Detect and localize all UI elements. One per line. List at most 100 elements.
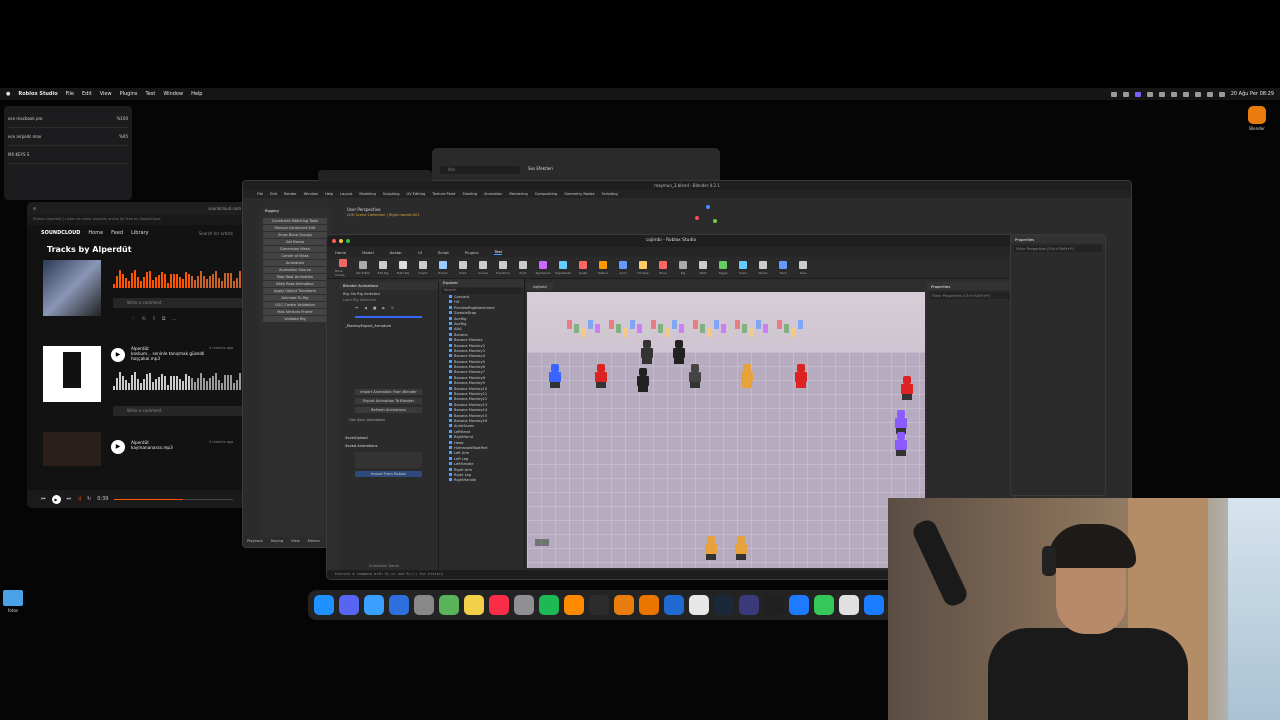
blender-menu-item[interactable]: Animation — [484, 192, 502, 196]
sidebar-button[interactable]: Show Bone Groups — [263, 232, 327, 238]
minimize-button[interactable] — [339, 239, 343, 243]
activity-icon[interactable] — [589, 595, 609, 615]
stop-icon[interactable]: ■ — [373, 306, 376, 310]
browser-domain[interactable]: soundcloud.com — [208, 206, 241, 211]
avatar-character[interactable] — [547, 364, 563, 388]
ribbon-tab[interactable]: UI — [418, 250, 422, 255]
timeline-marker[interactable]: Marker — [308, 539, 320, 543]
properties-filter[interactable]: Filter Properties (Ctrl+Shift+P) — [1014, 245, 1102, 252]
properties-filter[interactable]: Filter Properties (Ctrl+Shift+P) — [930, 292, 1012, 299]
blender-menu-item[interactable]: Sculpting — [383, 192, 400, 196]
menu-plugins[interactable]: Plugins — [120, 91, 138, 97]
player-progress[interactable] — [114, 498, 233, 500]
sidebar-button[interactable]: Dimension Mesh — [263, 246, 327, 252]
blender2-icon[interactable] — [639, 595, 659, 615]
sidebar-button[interactable]: Map Root Animation — [263, 274, 327, 280]
wifi-icon[interactable] — [1182, 91, 1189, 97]
audio-device-row[interactable]: MX KEYS S — [8, 146, 128, 164]
track-artwork[interactable] — [43, 260, 101, 316]
ribbon-tool[interactable]: Studio — [755, 260, 771, 275]
blender-menu-item[interactable]: Scripting — [602, 192, 618, 196]
explorer-item[interactable]: RightHandle — [439, 478, 524, 483]
blender-menu-item[interactable]: Compositing — [535, 192, 558, 196]
prev-icon[interactable]: ⏮ — [41, 496, 46, 502]
navigation-gizmo[interactable] — [695, 205, 721, 231]
clapper-icon[interactable] — [764, 595, 784, 615]
next-icon[interactable]: ⏭ — [67, 496, 72, 502]
ribbon-tool[interactable]: Move Arrows — [335, 258, 351, 277]
export-animation-button[interactable]: Export Animation To Blender — [355, 398, 422, 404]
ribbon-tool[interactable]: Track — [775, 260, 791, 275]
waveform-gray[interactable] — [113, 372, 247, 390]
avatar-character[interactable] — [635, 368, 651, 392]
launchpad-icon[interactable] — [414, 595, 434, 615]
audio-device-row[interactable]: ece macbook pro %100 — [8, 110, 128, 128]
zoom-button[interactable] — [346, 239, 350, 243]
repost-icon[interactable]: ⟲ — [141, 316, 145, 322]
timeline-keying[interactable]: Keying — [271, 539, 283, 543]
status-icon[interactable] — [1134, 91, 1141, 97]
blender-menu-item[interactable]: Render — [284, 192, 297, 196]
control-center-icon[interactable] — [1218, 91, 1225, 97]
sidebar-button[interactable]: Animation — [263, 260, 327, 266]
blender-menu-item[interactable]: UV Editing — [407, 192, 426, 196]
more-icon[interactable]: … — [171, 316, 176, 322]
ribbon-tool[interactable]: Scale — [735, 260, 751, 275]
ribbon-tab[interactable]: Test — [494, 249, 502, 255]
saves-header[interactable]: Save/Upload — [339, 434, 438, 442]
sidebar-button[interactable]: Animate To Rig — [263, 295, 327, 301]
sidebar-button[interactable]: UGC Create Validation — [263, 302, 327, 308]
blender-icon[interactable] — [614, 595, 634, 615]
ribbon-tool[interactable]: Transform — [495, 260, 511, 275]
sublime-icon[interactable] — [564, 595, 584, 615]
timeline-progress[interactable] — [355, 316, 422, 318]
comment-input[interactable]: Write a comment — [113, 298, 243, 308]
finder-icon[interactable] — [314, 595, 334, 615]
ribbon-tool[interactable]: Fix Pose — [635, 260, 651, 275]
gizmo-z[interactable] — [706, 205, 710, 209]
sidebar-button[interactable]: Apply Object Transform — [263, 288, 327, 294]
ribbon-tool[interactable]: Anim — [615, 260, 631, 275]
nav-library[interactable]: Library — [131, 230, 148, 236]
ribbon-tab[interactable]: Avatar — [390, 250, 402, 255]
sidebar-button[interactable]: Manual Constraint Edit — [263, 225, 327, 231]
ribbon-tab[interactable]: Script — [438, 250, 449, 255]
menu-window[interactable]: Window — [163, 91, 183, 97]
ribbon-tool[interactable]: Import — [415, 260, 431, 275]
clock[interactable]: 20 Ağu Per 08:29 — [1231, 91, 1274, 97]
avatar-character[interactable] — [893, 432, 909, 456]
avatar-character[interactable] — [793, 364, 809, 388]
comment-input[interactable]: Write a comment — [113, 406, 243, 416]
like-icon[interactable]: ♡ — [131, 316, 135, 322]
sidebar-section[interactable]: Rigging — [261, 209, 329, 216]
armature-name[interactable]: _MonkeyExport_Armature — [339, 320, 438, 332]
music-icon[interactable] — [489, 595, 509, 615]
finder-item[interactable]: Ses Efektleri — [528, 166, 553, 171]
avatar-character[interactable] — [739, 364, 755, 388]
ribbon-tool[interactable]: Curves — [475, 260, 491, 275]
ribbon-tool[interactable]: Build Rig — [395, 260, 411, 275]
battery-icon[interactable] — [1194, 91, 1201, 97]
ribbon-tool[interactable]: Rig — [675, 260, 691, 275]
ribbon-tab[interactable]: Home — [335, 250, 346, 255]
timeline-view[interactable]: View — [291, 539, 300, 543]
status-icon[interactable] — [1158, 91, 1165, 97]
nav-home[interactable]: Home — [88, 230, 103, 236]
viewport-tab[interactable]: cojimbi — [527, 283, 553, 290]
blender-menu-item[interactable]: Texture Paint — [432, 192, 455, 196]
blender-menu-item[interactable]: Shading — [462, 192, 477, 196]
waveform-orange[interactable] — [113, 270, 247, 288]
blender-menu-item[interactable]: Rendering — [509, 192, 527, 196]
game-viewport[interactable]: 250 — [527, 292, 925, 568]
ribbon-tool[interactable]: Keyframes — [535, 260, 551, 275]
apple-icon[interactable]: ● — [6, 91, 10, 97]
avatar-character[interactable] — [671, 340, 687, 364]
menu-file[interactable]: File — [66, 91, 74, 97]
track-artwork[interactable] — [43, 346, 101, 402]
ribbon-tool[interactable]: Toggle — [715, 260, 731, 275]
menu-help[interactable]: Help — [191, 91, 202, 97]
loop-icon[interactable]: ↻ — [391, 306, 394, 310]
xcode-icon[interactable] — [389, 595, 409, 615]
safari-icon[interactable] — [364, 595, 384, 615]
sidebar-button[interactable]: Max Vertices Frame — [263, 309, 327, 315]
